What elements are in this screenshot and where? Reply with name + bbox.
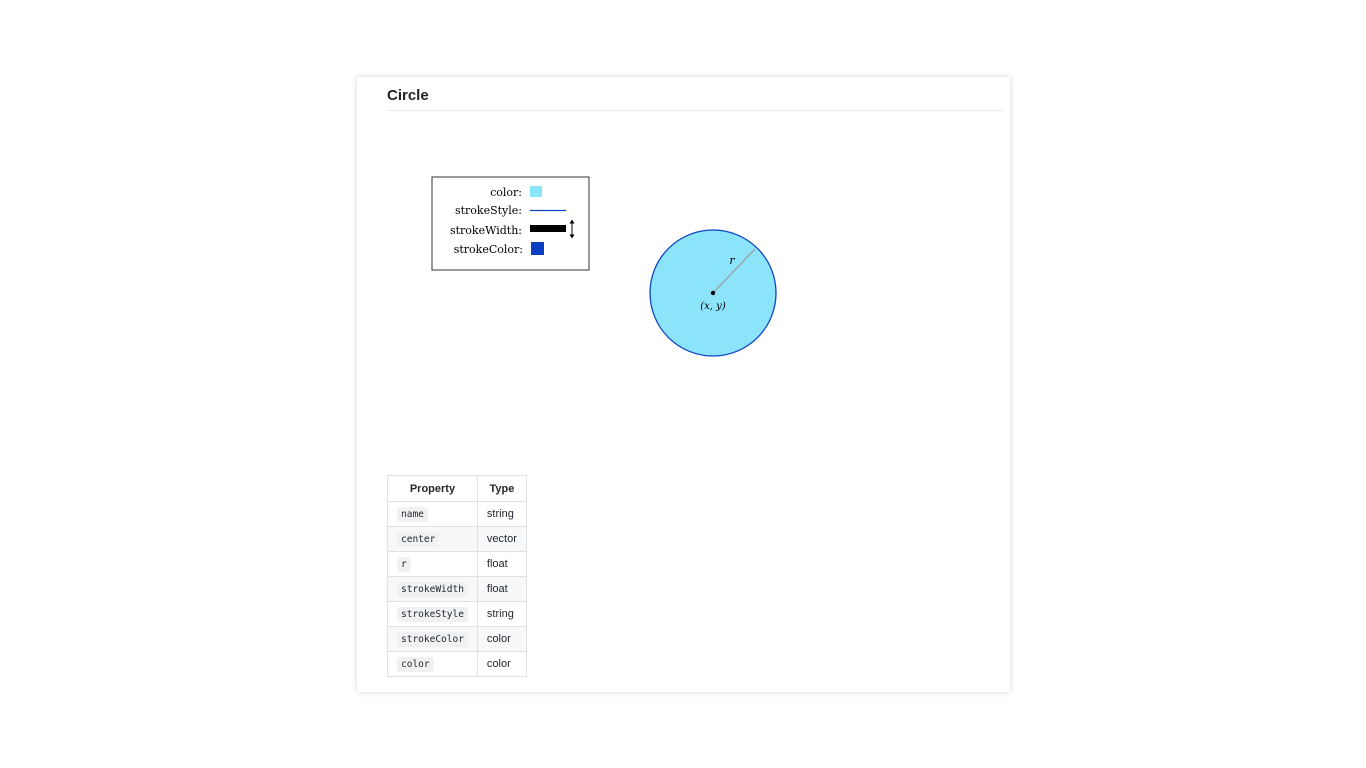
property-cell: r [387, 551, 478, 577]
table-row: r float [387, 551, 527, 577]
table-row: strokeColor color [387, 626, 527, 652]
property-name: center [397, 532, 440, 547]
property-name: strokeStyle [397, 607, 468, 622]
property-cell: color [387, 651, 478, 677]
property-name: name [397, 507, 428, 522]
type-cell: float [476, 576, 527, 602]
table-row: strokeWidth float [387, 576, 527, 602]
property-name: r [397, 557, 411, 572]
property-name: strokeColor [397, 632, 468, 647]
legend-color-label: color: [490, 186, 522, 199]
legend-stroke-color-label: strokeColor: [454, 243, 523, 256]
type-cell: color [476, 651, 527, 677]
circle-figure: color: strokeStyle: strokeWidth: strokeC… [431, 176, 777, 357]
type-cell: vector [476, 526, 527, 552]
table-row: strokeStyle string [387, 601, 527, 627]
legend-stroke-width-label: strokeWidth: [450, 224, 522, 237]
center-label: (x, y) [700, 301, 726, 312]
legend-stroke-style-label: strokeStyle: [455, 204, 522, 217]
table-row: name string [387, 501, 527, 527]
table-row: color color [387, 651, 527, 677]
center-point [710, 290, 716, 296]
column-header-property: Property [387, 475, 478, 502]
type-cell: string [476, 601, 527, 627]
table-row: center vector [387, 526, 527, 552]
legend-stroke-width-bar [530, 225, 566, 232]
property-name: color [397, 657, 434, 672]
radius-label: r [729, 254, 735, 267]
property-cell: strokeColor [387, 626, 478, 652]
legend-color-swatch [530, 186, 542, 197]
properties-table: Property Type name string center vector … [387, 475, 527, 677]
property-cell: center [387, 526, 478, 552]
property-cell: strokeWidth [387, 576, 478, 602]
type-cell: color [476, 626, 527, 652]
column-header-type: Type [476, 475, 527, 502]
property-cell: strokeStyle [387, 601, 478, 627]
type-cell: float [476, 551, 527, 577]
property-cell: name [387, 501, 478, 527]
table-header-row: Property Type [387, 475, 527, 502]
legend-stroke-color-swatch [531, 242, 544, 255]
property-name: strokeWidth [397, 582, 468, 597]
type-cell: string [476, 501, 527, 527]
circle-card: Circle color: strokeStyle: strokeWidth: … [357, 77, 1010, 692]
